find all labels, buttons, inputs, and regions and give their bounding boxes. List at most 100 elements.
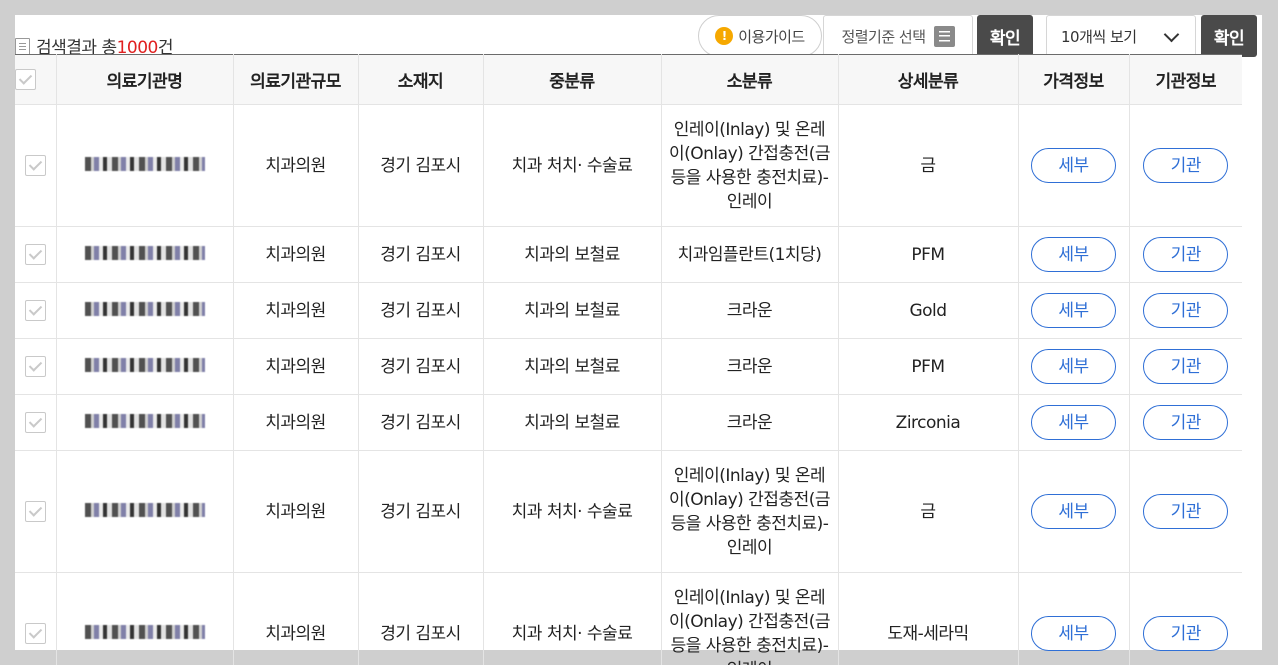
location-cell: 경기 김포시	[358, 394, 484, 451]
table-row: 치과의원 경기 김포시 치과의 보철료 크라운 PFM 세부 기관	[15, 338, 1242, 395]
detail-category-cell: 금	[838, 450, 1019, 573]
price-info-cell: 세부	[1018, 104, 1130, 227]
sort-label: 정렬기준 선택	[841, 27, 926, 46]
price-info-cell: 세부	[1018, 226, 1130, 283]
select-all-cell	[15, 54, 57, 105]
page-size-select[interactable]: 10개씩 보기	[1046, 15, 1196, 57]
select-all-checkbox[interactable]	[15, 69, 36, 90]
row-checkbox[interactable]	[24, 244, 46, 265]
header-small-category: 소분류	[661, 54, 839, 105]
detail-category-cell: Zirconia	[838, 394, 1019, 451]
usage-guide-button[interactable]: ! 이용가이드	[698, 15, 822, 57]
mid-category-cell: 치과 처치· 수술료	[483, 572, 662, 665]
price-info-cell: 세부	[1018, 338, 1130, 395]
row-checkbox[interactable]	[24, 412, 46, 433]
list-icon	[933, 25, 955, 47]
org-info-button[interactable]: 기관	[1143, 616, 1229, 651]
sort-confirm-button[interactable]: 확인	[977, 15, 1033, 57]
size-cell: 치과의원	[233, 450, 359, 573]
price-detail-button[interactable]: 세부	[1031, 148, 1116, 183]
small-category-cell: 인레이(Inlay) 및 온레이(Onlay) 간접충전(금 등을 사용한 충전…	[661, 450, 839, 573]
org-name-cell	[56, 450, 234, 573]
detail-category-cell: PFM	[838, 338, 1019, 395]
small-category-cell: 치과임플란트(1치당)	[661, 226, 839, 283]
org-info-cell: 기관	[1129, 394, 1242, 451]
small-category-cell: 크라운	[661, 394, 839, 451]
header-org-info: 기관정보	[1129, 54, 1242, 105]
org-name-cell	[56, 104, 234, 227]
small-category-cell: 크라운	[661, 282, 839, 339]
results-panel: 검색결과 총1000건 ! 이용가이드 정렬기준 선택 확인 10개씩 보기 확…	[15, 15, 1262, 665]
screen: 검색결과 총1000건 ! 이용가이드 정렬기준 선택 확인 10개씩 보기 확…	[0, 0, 1278, 665]
price-detail-button[interactable]: 세부	[1031, 405, 1116, 440]
exclamation-icon: !	[715, 27, 734, 45]
blurred-org-name	[84, 156, 205, 171]
mid-category-cell: 치과의 보철료	[483, 338, 662, 395]
org-info-button[interactable]: 기관	[1143, 237, 1229, 272]
detail-category-cell: PFM	[838, 226, 1019, 283]
price-info-cell: 세부	[1018, 394, 1130, 451]
org-info-button[interactable]: 기관	[1143, 494, 1229, 529]
price-info-cell: 세부	[1018, 282, 1130, 339]
size-cell: 치과의원	[233, 338, 359, 395]
sort-select[interactable]: 정렬기준 선택	[823, 15, 973, 57]
row-checkbox[interactable]	[24, 155, 46, 176]
detail-category-cell: Gold	[838, 282, 1019, 339]
org-info-cell: 기관	[1129, 282, 1242, 339]
org-info-cell: 기관	[1129, 104, 1242, 227]
detail-category-cell: 도재-세라믹	[838, 572, 1019, 665]
header-name: 의료기관명	[56, 54, 234, 105]
location-cell: 경기 김포시	[358, 226, 484, 283]
header-location: 소재지	[358, 54, 484, 105]
blurred-org-name	[84, 413, 205, 428]
location-cell: 경기 김포시	[358, 104, 484, 227]
row-checkbox[interactable]	[24, 623, 46, 644]
row-checkbox[interactable]	[24, 501, 46, 522]
table-row: 치과의원 경기 김포시 치과 처치· 수술료 인레이(Inlay) 및 온레이(…	[15, 104, 1242, 227]
table-row: 치과의원 경기 김포시 치과의 보철료 크라운 Zirconia 세부 기관	[15, 394, 1242, 451]
org-name-cell	[56, 572, 234, 665]
blurred-org-name	[84, 357, 205, 372]
row-check-cell	[15, 282, 57, 339]
row-checkbox[interactable]	[24, 356, 46, 377]
price-detail-button[interactable]: 세부	[1031, 349, 1116, 384]
org-info-button[interactable]: 기관	[1143, 148, 1229, 183]
price-info-cell: 세부	[1018, 572, 1130, 665]
table-row: 치과의원 경기 김포시 치과의 보철료 크라운 Gold 세부 기관	[15, 282, 1242, 339]
org-info-button[interactable]: 기관	[1143, 293, 1229, 328]
small-category-cell: 인레이(Inlay) 및 온레이(Onlay) 간접충전(금 등을 사용한 충전…	[661, 104, 839, 227]
org-name-cell	[56, 394, 234, 451]
table-row: 치과의원 경기 김포시 치과 처치· 수술료 인레이(Inlay) 및 온레이(…	[15, 572, 1242, 665]
blurred-org-name	[84, 245, 205, 260]
price-detail-button[interactable]: 세부	[1031, 293, 1116, 328]
org-info-cell: 기관	[1129, 450, 1242, 573]
org-name-cell	[56, 338, 234, 395]
table-row: 치과의원 경기 김포시 치과의 보철료 치과임플란트(1치당) PFM 세부 기…	[15, 226, 1242, 283]
price-detail-button[interactable]: 세부	[1031, 616, 1116, 651]
header-detail-category: 상세분류	[838, 54, 1019, 105]
price-detail-button[interactable]: 세부	[1031, 494, 1116, 529]
org-info-button[interactable]: 기관	[1143, 349, 1229, 384]
org-info-button[interactable]: 기관	[1143, 405, 1229, 440]
header-size: 의료기관규모	[233, 54, 359, 105]
location-cell: 경기 김포시	[358, 338, 484, 395]
row-check-cell	[15, 226, 57, 283]
row-check-cell	[15, 450, 57, 573]
row-checkbox[interactable]	[24, 300, 46, 321]
page-size-value: 10개씩 보기	[1061, 27, 1137, 46]
mid-category-cell: 치과의 보철료	[483, 394, 662, 451]
size-cell: 치과의원	[233, 104, 359, 227]
small-category-cell: 인레이(Inlay) 및 온레이(Onlay) 간접충전(금 등을 사용한 충전…	[661, 572, 839, 665]
org-info-cell: 기관	[1129, 226, 1242, 283]
price-detail-button[interactable]: 세부	[1031, 237, 1116, 272]
chevron-down-icon	[1163, 26, 1180, 43]
location-cell: 경기 김포시	[358, 450, 484, 573]
page-size-confirm-button[interactable]: 확인	[1201, 15, 1257, 57]
mid-category-cell: 치과의 보철료	[483, 282, 662, 339]
usage-guide-label: 이용가이드	[738, 27, 805, 46]
mid-category-cell: 치과 처치· 수술료	[483, 104, 662, 227]
table-row: 치과의원 경기 김포시 치과 처치· 수술료 인레이(Inlay) 및 온레이(…	[15, 450, 1242, 573]
mid-category-cell: 치과 처치· 수술료	[483, 450, 662, 573]
header-mid-category: 중분류	[483, 54, 662, 105]
row-check-cell	[15, 338, 57, 395]
